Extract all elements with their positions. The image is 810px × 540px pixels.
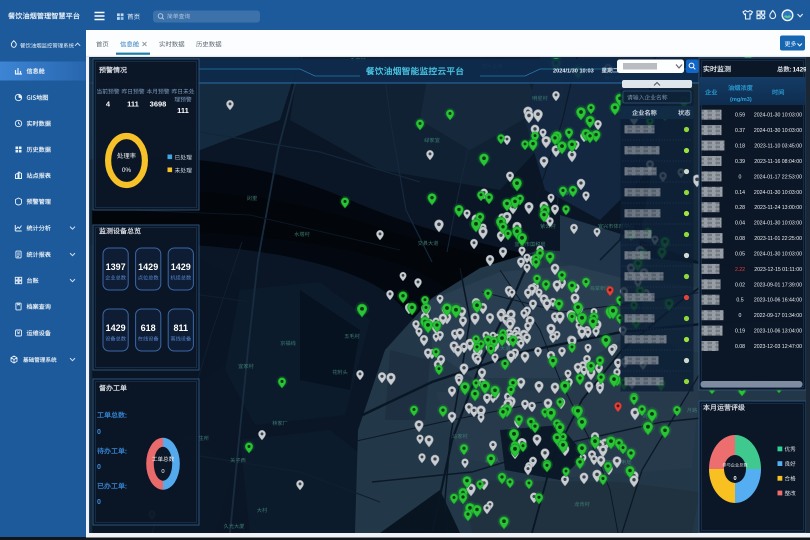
svg-text:0.02: 0.02 <box>735 282 745 288</box>
svg-text:1429: 1429 <box>138 262 158 272</box>
svg-text:(mg/m3): (mg/m3) <box>730 97 752 103</box>
svg-text:0: 0 <box>97 499 101 506</box>
svg-text:2024-01-30 10:03:00: 2024-01-30 10:03:00 <box>754 252 802 258</box>
svg-text:111: 111 <box>127 100 139 109</box>
svg-text:0.28: 0.28 <box>735 205 745 211</box>
svg-text:2023-11-10 03:45:00: 2023-11-10 03:45:00 <box>754 144 802 150</box>
svg-text:3698: 3698 <box>150 100 167 109</box>
svg-text:0: 0 <box>733 476 736 482</box>
svg-text:2023-11-24 13:00:00: 2023-11-24 13:00:00 <box>754 205 802 211</box>
svg-text:2023-12-15 01:11:00: 2023-12-15 01:11:00 <box>754 267 802 273</box>
svg-text:2023-11-01 22:25:00: 2023-11-01 22:25:00 <box>754 236 802 242</box>
svg-text:1429: 1429 <box>106 323 126 333</box>
svg-text:0: 0 <box>739 174 742 180</box>
svg-text:0.5: 0.5 <box>736 298 743 304</box>
svg-text:0.39: 0.39 <box>735 159 745 165</box>
svg-text:111: 111 <box>177 106 189 115</box>
svg-text:618: 618 <box>141 323 156 333</box>
svg-text:2024-01-30 10:03:00: 2024-01-30 10:03:00 <box>754 221 802 227</box>
svg-text:2023-09-01 17:39:00: 2023-09-01 17:39:00 <box>754 282 802 288</box>
svg-text:0.05: 0.05 <box>735 252 745 258</box>
svg-text:0%: 0% <box>122 167 132 174</box>
svg-text:2023-12-03 12:47:00: 2023-12-03 12:47:00 <box>754 344 802 350</box>
svg-text:0.04: 0.04 <box>735 221 745 227</box>
svg-text:0.14: 0.14 <box>735 190 745 196</box>
svg-text:2024/1/30 10:03: 2024/1/30 10:03 <box>553 68 594 74</box>
svg-text:2024-01-30 10:03:00: 2024-01-30 10:03:00 <box>754 128 802 134</box>
svg-text:2022-09-17 01:34:00: 2022-09-17 01:34:00 <box>754 313 802 319</box>
svg-text:1429: 1429 <box>793 67 808 74</box>
svg-text:1429: 1429 <box>171 262 191 272</box>
svg-text:0.19: 0.19 <box>735 329 745 335</box>
svg-text:2023-11-16 08:04:00: 2023-11-16 08:04:00 <box>754 159 802 165</box>
svg-text:0.37: 0.37 <box>735 128 745 134</box>
svg-text:811: 811 <box>174 323 189 333</box>
svg-text:2023-10-06 13:04:00: 2023-10-06 13:04:00 <box>754 329 802 335</box>
svg-text:0: 0 <box>161 469 164 475</box>
svg-text:2023-10-06 16:44:00: 2023-10-06 16:44:00 <box>754 298 802 304</box>
svg-text:0: 0 <box>97 464 101 471</box>
svg-text:2.22: 2.22 <box>735 267 745 273</box>
svg-text:2024-01-30 10:03:00: 2024-01-30 10:03:00 <box>754 190 802 196</box>
svg-text:2024-01-17 22:53:00: 2024-01-17 22:53:00 <box>754 174 802 180</box>
svg-text:0.18: 0.18 <box>735 144 745 150</box>
svg-text:0: 0 <box>739 313 742 319</box>
svg-text:0.08: 0.08 <box>735 344 745 350</box>
svg-text:1397: 1397 <box>106 262 126 272</box>
svg-text:0.08: 0.08 <box>735 236 745 242</box>
svg-text:0.59: 0.59 <box>735 113 745 119</box>
svg-text:2024-01-30 10:03:00: 2024-01-30 10:03:00 <box>754 113 802 119</box>
svg-text:0: 0 <box>97 429 101 436</box>
